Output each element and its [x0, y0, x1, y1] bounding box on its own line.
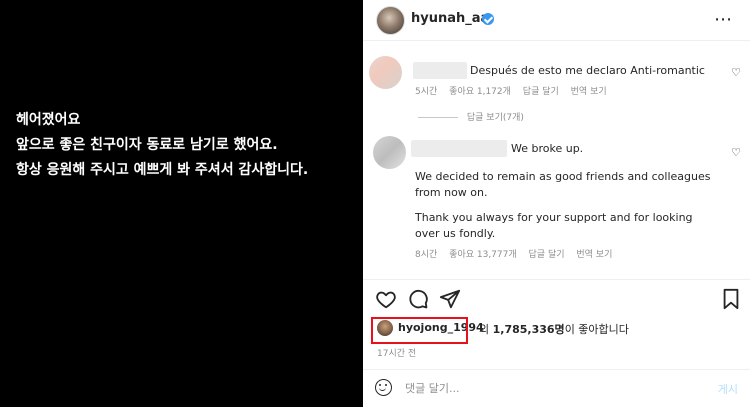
post-image: 헤어졌어요 앞으로 좋은 친구이자 동료로 남기로 했어요. 항상 응원해 주시… [0, 0, 363, 407]
username[interactable]: hyunah_aa [411, 11, 489, 26]
avatar[interactable] [376, 6, 405, 35]
post-line-2: 앞으로 좋은 친구이자 동료로 남기로 했어요. [16, 137, 278, 153]
replies-line [418, 117, 458, 118]
likes-count-text[interactable]: 외 1,785,336명이 좋아합니다 [479, 321, 629, 337]
post-sidebar: hyunah_aa ⋯ Después de esto me declaro A… [363, 0, 750, 407]
reply-button[interactable]: 답글 달기 [529, 250, 565, 260]
view-replies-button[interactable]: 답글 보기(7개) [418, 110, 524, 123]
post-line-3: 항상 응원해 주시고 예쁘게 봐 주셔서 감사합니다. [16, 162, 309, 178]
comment-icon[interactable] [407, 288, 429, 310]
comment-text-line-2: We decided to remain as good friends and… [415, 170, 711, 199]
commenter-avatar[interactable] [369, 56, 402, 89]
comment-text-line-1: We broke up. [511, 142, 584, 155]
comment-meta: 5시간 좋아요 1,172개 답글 달기 번역 보기 [415, 84, 616, 97]
post-timestamp: 17시간 전 [377, 349, 417, 359]
commenter-name[interactable] [413, 62, 467, 79]
comment-like-icon[interactable]: ♡ [731, 146, 741, 159]
likes-prefix: 외 [479, 323, 490, 336]
post-comment-button[interactable]: 게시 [718, 381, 738, 397]
post-image-text: 헤어졌어요 앞으로 좋은 친구이자 동료로 남기로 했어요. 항상 응원해 주시… [16, 108, 308, 183]
commenter-name[interactable] [411, 140, 507, 157]
comment-text: Después de esto me declaro Anti-romantic [470, 64, 705, 77]
likes-suffix: 이 좋아합니다 [564, 323, 629, 336]
reply-button[interactable]: 답글 달기 [523, 87, 559, 97]
share-icon[interactable] [439, 288, 461, 310]
translate-button[interactable]: 번역 보기 [571, 87, 607, 97]
comment-item: We broke up. We decided to remain as goo… [363, 134, 750, 264]
commenter-avatar[interactable] [373, 136, 406, 169]
likes-count: 1,785,336명 [492, 323, 565, 336]
highlight-box [371, 317, 468, 344]
comment-input[interactable]: 댓글 달기... [405, 380, 459, 396]
more-icon[interactable]: ⋯ [714, 9, 732, 30]
bookmark-icon[interactable] [720, 288, 742, 310]
comment-like-icon[interactable]: ♡ [731, 66, 741, 79]
divider [363, 279, 750, 280]
translate-button[interactable]: 번역 보기 [576, 250, 612, 260]
comment-meta: 8시간 좋아요 13,777개 답글 달기 번역 보기 [415, 247, 621, 260]
view-replies-label: 답글 보기(7개) [466, 113, 524, 123]
post-line-1: 헤어졌어요 [16, 112, 81, 128]
comment-item: Después de esto me declaro Anti-romantic… [363, 52, 750, 123]
comment-time: 8시간 [415, 250, 438, 260]
emoji-icon[interactable] [375, 379, 392, 396]
comment-time: 5시간 [415, 87, 438, 97]
comment-composer: 댓글 달기... 게시 [363, 369, 750, 408]
comment-text-line-3: Thank you always for your support and fo… [415, 211, 693, 240]
post-header: hyunah_aa ⋯ [363, 0, 750, 41]
comment-likes[interactable]: 좋아요 13,777개 [449, 250, 516, 260]
heart-icon[interactable] [375, 288, 397, 310]
comment-likes[interactable]: 좋아요 1,172개 [449, 87, 511, 97]
verified-icon [482, 13, 494, 25]
